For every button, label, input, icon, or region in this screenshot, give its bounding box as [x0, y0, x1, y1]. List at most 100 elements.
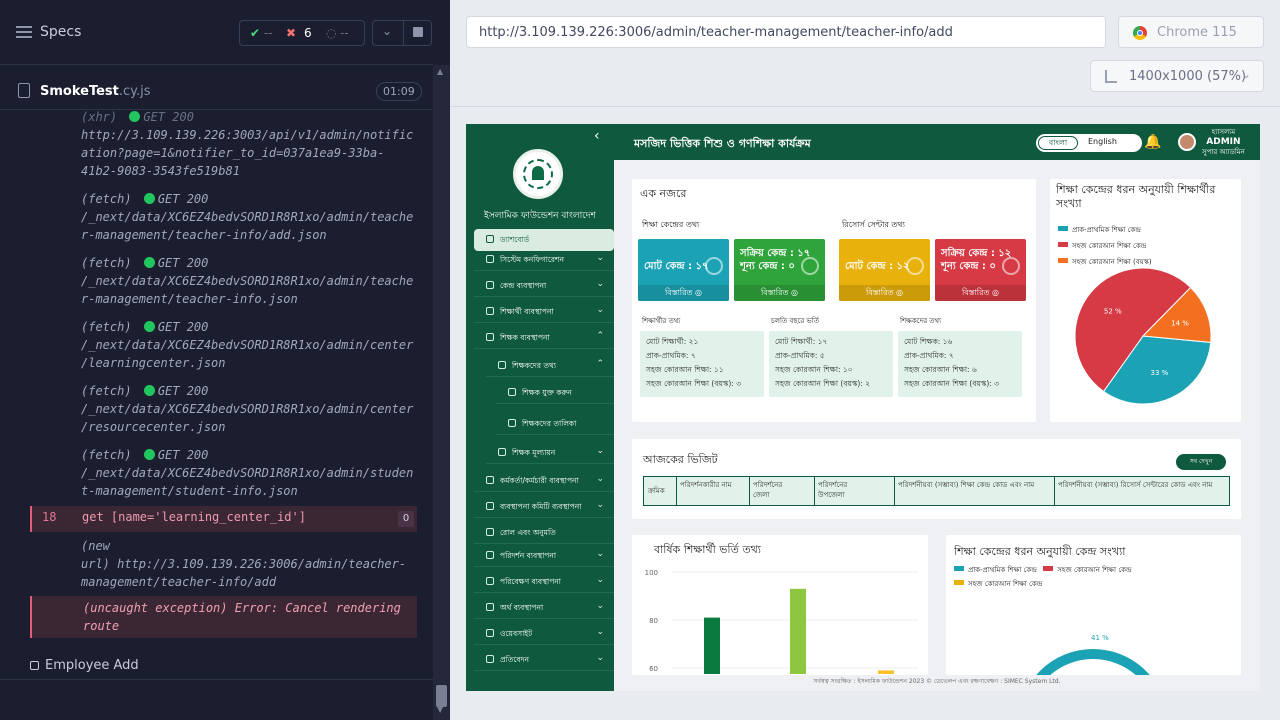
- sidebar-item[interactable]: শিক্ষকদের তালিকা: [496, 413, 614, 435]
- stop-icon[interactable]: [413, 27, 423, 37]
- sidebar-item[interactable]: রোল এবং অনুমতি: [474, 522, 614, 544]
- sidebar-item[interactable]: সিস্টেম কনফিগারেশন ⌄: [474, 249, 614, 271]
- sidebar-item-label: শিক্ষক ব্যবস্থাপনা: [500, 333, 550, 342]
- sidebar-item-label: শিক্ষকদের তালিকা: [522, 419, 577, 428]
- nav-icon: [498, 361, 506, 369]
- viewport-icon: [1105, 70, 1117, 83]
- bar[interactable]: [790, 588, 806, 674]
- chevron-icon: ⌃: [596, 331, 604, 341]
- sidebar-item[interactable]: শিক্ষক যুক্ত করুন: [496, 382, 614, 404]
- url-text: http://3.109.139.226:3006/admin/teacher-…: [479, 25, 953, 40]
- sidebar-item[interactable]: প্রতিবেদন ⌄: [474, 649, 614, 671]
- language-toggle[interactable]: বাংলা English: [1036, 134, 1142, 152]
- year-info-title: চলতি বছরে ভর্তি: [771, 317, 819, 325]
- details-link[interactable]: বিস্তারিত ◎: [935, 285, 1026, 301]
- success-dot-icon: [143, 449, 155, 460]
- nav-icon: [508, 419, 516, 427]
- sidebar-item[interactable]: শিক্ষকদের তথ্য ⌃: [486, 355, 614, 377]
- chevron-down-icon[interactable]: ⌄: [382, 24, 392, 38]
- pie-slice-label: 14 %: [1171, 319, 1189, 327]
- overview-title: এক নজরে: [640, 187, 687, 200]
- bar-title: বার্ষিক শিক্ষার্থী ভর্তি তথ্য: [654, 543, 761, 556]
- menu-icon[interactable]: [16, 26, 32, 40]
- sidebar-item-label: কর্মকর্তা/কর্মচারী ব্যবস্থাপনা: [500, 476, 579, 485]
- sidebar-item-label: ব্যবস্থাপনা কমিটি ব্যবস্থাপনা: [500, 502, 582, 511]
- success-dot-icon: [143, 385, 155, 396]
- log-entry[interactable]: (fetch) GET 200 /_next/data/XC6EZ4bedvSO…: [81, 254, 416, 308]
- column-header: পরিদর্শনকারীর নাম: [680, 481, 732, 489]
- spec-name: SmokeTest.cy.js: [40, 84, 151, 99]
- bar[interactable]: [704, 617, 720, 674]
- stat-card: মোট কেন্দ্র : ১৭ বিস্তারিত ◎: [638, 239, 729, 301]
- test-title[interactable]: Employee Add: [30, 658, 139, 673]
- log-entry[interactable]: (fetch) GET 200 /_next/data/XC6EZ4bedvSO…: [81, 446, 416, 500]
- sidebar-item-label: ড্যাশবোর্ড: [500, 235, 530, 244]
- error-entry[interactable]: (uncaught exception) Error: Cancel rende…: [30, 596, 417, 638]
- footer: সর্বস্বত্ব সংরক্ষিত : ইসলামিক ফাউন্ডেশন …: [813, 678, 1061, 685]
- failed-command[interactable]: 18 get [name='learning_center_id'] 0: [30, 506, 417, 532]
- details-link[interactable]: বিস্তারিত ◎: [638, 285, 729, 301]
- sidebar-item[interactable]: কর্মকর্তা/কর্মচারী ব্যবস্থাপনা ⌄: [474, 470, 614, 492]
- cypress-runner-panel: Specs ✔ -- ✖ 6 ◌ -- ⌄ SmokeTest.cy.js 01…: [0, 0, 450, 720]
- lang-bn[interactable]: বাংলা: [1038, 136, 1078, 150]
- student-info-title: শিক্ষার্থীর তথ্য: [642, 317, 681, 325]
- year-info-box: মোট শিক্ষার্থী: ১৭ প্রাক-প্রাথমিক: ৫ সহজ ক…: [769, 331, 893, 397]
- log-entry[interactable]: (fetch) GET 200 /_next/data/XC6EZ4bedvSO…: [81, 382, 416, 436]
- sidebar-item[interactable]: ড্যাশবোর্ড: [474, 229, 614, 251]
- chevron-icon: ⌄: [596, 474, 604, 484]
- nav-icon: [486, 235, 494, 243]
- donut-chart: 41 %: [1036, 634, 1150, 675]
- legend-item: প্রাক-প্রাথমিক শিক্ষা কেন্দ্র: [1058, 222, 1152, 238]
- details-link[interactable]: বিস্তারিত ◎: [839, 285, 930, 301]
- legend-item: সহজ কোরআন শিক্ষা কেন্দ্র: [1058, 238, 1152, 254]
- legend-item: প্রাক-প্রাথমিক শিক্ষা কেন্দ্র: [954, 566, 1037, 574]
- url-bar[interactable]: http://3.109.139.226:3006/admin/teacher-…: [466, 16, 1106, 48]
- logo: [513, 149, 563, 199]
- sidebar-item-label: অর্থ ব্যবস্থাপনা: [500, 603, 544, 612]
- y-tick-label: 80: [649, 617, 658, 625]
- pie-chart: 33 % 52 % 14 %: [1074, 267, 1212, 405]
- show-all-button[interactable]: সব দেখুন: [1176, 454, 1226, 470]
- edu-center-label: শিক্ষা কেন্দ্রের তথ্য: [642, 220, 700, 229]
- chevron-icon: ⌄: [596, 253, 604, 263]
- column-header: পরিদর্শনীয়ব্য (সম্ভাব্য) রিসোর্স সেন্টা…: [1058, 481, 1213, 489]
- visit-title: আজকের ভিজিট: [643, 453, 718, 466]
- command-count: 0: [398, 511, 414, 527]
- sidebar-item[interactable]: ওয়েবসাইট ⌄: [474, 623, 614, 645]
- collapse-icon[interactable]: ‹: [594, 128, 600, 144]
- new-url-entry[interactable]: (new url) http://3.109.139.226:3006/admi…: [81, 537, 416, 591]
- success-dot-icon: [143, 257, 155, 268]
- bell-icon[interactable]: 🔔: [1144, 134, 1161, 150]
- details-link[interactable]: বিস্তারিত ◎: [734, 285, 825, 301]
- log-entry[interactable]: (fetch) GET 200 /_next/data/XC6EZ4bedvSO…: [81, 318, 416, 372]
- org-name: ইসলামিক ফাউন্ডেশন বাংলাদেশ: [484, 211, 596, 221]
- sidebar-item[interactable]: অর্থ ব্যবস্থাপনা ⌄: [474, 597, 614, 619]
- sidebar-item[interactable]: ব্যবস্থাপনা কমিটি ব্যবস্থাপনা ⌄: [474, 496, 614, 518]
- browser-selector[interactable]: Chrome 115: [1118, 16, 1264, 48]
- test-stats: ✔ -- ✖ 6 ◌ --: [239, 20, 365, 46]
- avatar[interactable]: [1178, 133, 1196, 151]
- pie-legend: প্রাক-প্রাথমিক শিক্ষা কেন্দ্র সহজ কোরআন …: [1058, 222, 1152, 270]
- spec-duration: 01:09: [376, 82, 422, 101]
- user-info[interactable]: হ্যাসল্যম ADMIN সুপার অ্যাডমিন: [1202, 127, 1245, 157]
- nav-icon: [486, 655, 494, 663]
- sidebar-item[interactable]: পরিবেক্ষণ ব্যবস্থাপনা ⌄: [474, 571, 614, 593]
- sidebar-item[interactable]: শিক্ষার্থী ব্যবস্থাপনা ⌄: [474, 301, 614, 323]
- close-icon: ✖: [286, 26, 297, 40]
- scroll-thumb[interactable]: [436, 685, 447, 707]
- sidebar-item[interactable]: শিক্ষক ব্যবস্থাপনা ⌃: [474, 327, 614, 349]
- chevron-icon: ⌄: [596, 601, 604, 611]
- log-entry[interactable]: (xhr) GET 200 http://3.109.139.226:3003/…: [81, 108, 416, 180]
- log-entry[interactable]: (fetch) GET 200 /_next/data/XC6EZ4bedvSO…: [81, 190, 416, 244]
- scrollbar[interactable]: ▲ ▼: [433, 65, 450, 720]
- sidebar-item[interactable]: শিক্ষক মূল্যায়ন ⌄: [486, 442, 614, 464]
- sidebar-item[interactable]: পরিদর্শন ব্যবস্থাপনা ⌄: [474, 545, 614, 567]
- sidebar-item-label: পরিবেক্ষণ ব্যবস্থাপনা: [500, 577, 561, 586]
- stat-card: সক্রিয় কেন্দ্র : ১৭ শূন্য কেন্দ্র : ০ বি…: [734, 239, 825, 301]
- sidebar-item[interactable]: কেন্দ্র ব্যবস্থাপনা ⌄: [474, 275, 614, 297]
- chevron-icon: ⌃: [596, 359, 604, 369]
- bar-chart: 1008060: [645, 569, 918, 674]
- lang-en[interactable]: English: [1088, 137, 1117, 146]
- specs-label[interactable]: Specs: [40, 24, 81, 40]
- viewport-selector[interactable]: 1400x1000 (57%) ⌄: [1090, 60, 1264, 92]
